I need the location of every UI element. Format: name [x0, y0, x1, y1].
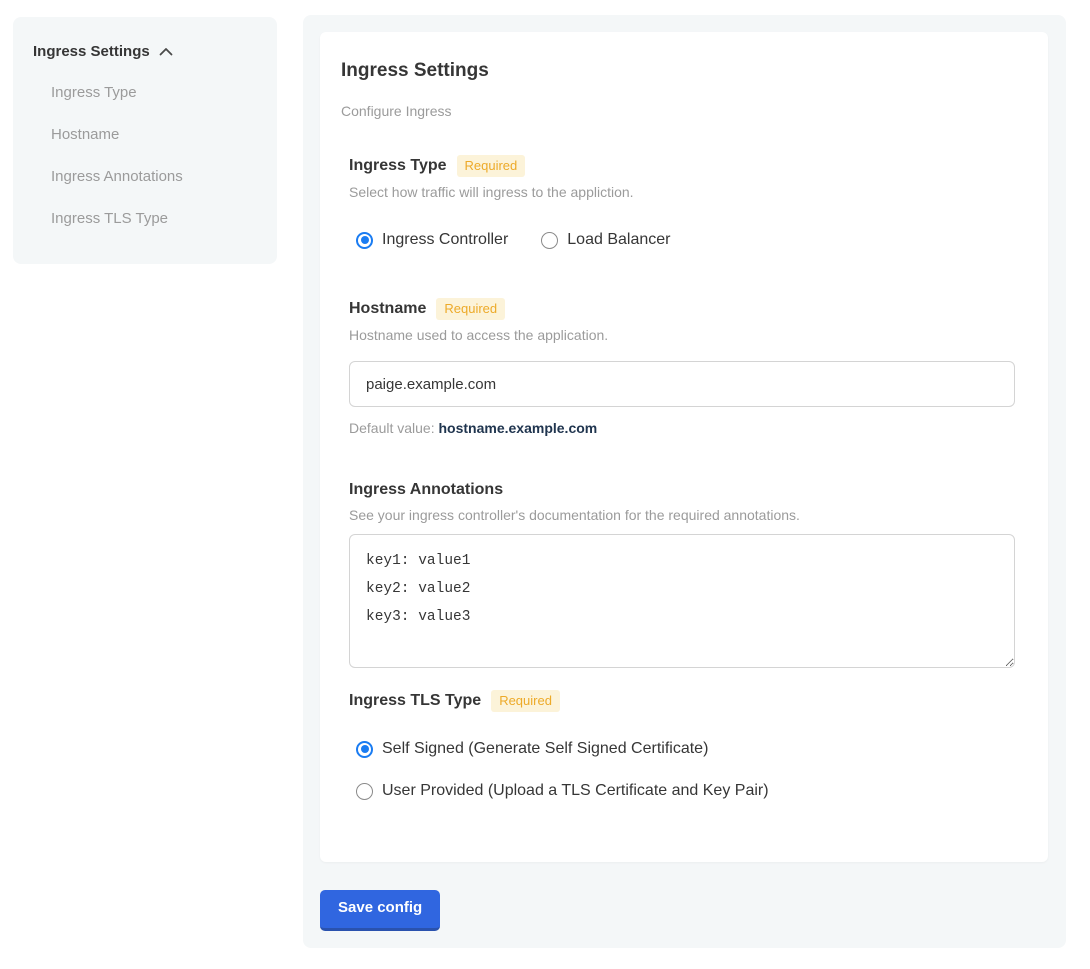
sidebar-item-list: Ingress Type Hostname Ingress Annotation…	[33, 84, 257, 228]
save-config-button[interactable]: Save config	[320, 890, 440, 931]
radio-label[interactable]: User Provided (Upload a TLS Certificate …	[382, 781, 769, 801]
required-badge: Required	[457, 155, 526, 177]
ingress-type-radio-group: Ingress Controller Load Balancer	[349, 230, 1015, 250]
hostname-help: Hostname used to access the application.	[349, 327, 1015, 343]
config-card: Ingress Settings Configure Ingress Ingre…	[320, 32, 1048, 862]
tls-type-label: Ingress TLS Type	[349, 691, 481, 711]
page-title: Ingress Settings	[341, 60, 1015, 82]
radio-user-provided[interactable]	[356, 783, 373, 800]
tls-type-radio-group: Self Signed (Generate Self Signed Certif…	[349, 739, 1015, 801]
radio-label[interactable]: Ingress Controller	[382, 230, 508, 250]
radio-self-signed[interactable]	[356, 741, 373, 758]
config-panel: Ingress Settings Configure Ingress Ingre…	[303, 15, 1066, 948]
default-value-prefix: Default value:	[349, 420, 435, 436]
sidebar-item-hostname[interactable]: Hostname	[51, 126, 257, 144]
hostname-label: Hostname	[349, 299, 426, 319]
radio-option-ingress-controller[interactable]: Ingress Controller	[356, 230, 508, 250]
hostname-default-line: Default value: hostname.example.com	[349, 420, 1015, 436]
required-badge: Required	[491, 690, 560, 712]
sidebar-item-ingress-annotations[interactable]: Ingress Annotations	[51, 168, 257, 186]
sidebar-group-ingress-settings[interactable]: Ingress Settings	[33, 43, 257, 60]
annotations-help: See your ingress controller's documentat…	[349, 507, 1015, 523]
radio-label[interactable]: Self Signed (Generate Self Signed Certif…	[382, 739, 708, 759]
annotations-label: Ingress Annotations	[349, 480, 503, 500]
radio-option-user-provided[interactable]: User Provided (Upload a TLS Certificate …	[356, 781, 1015, 801]
sidebar-item-ingress-type[interactable]: Ingress Type	[51, 84, 257, 102]
settings-sidebar: Ingress Settings Ingress Type Hostname I…	[13, 17, 277, 264]
radio-option-load-balancer[interactable]: Load Balancer	[541, 230, 670, 250]
ingress-type-help: Select how traffic will ingress to the a…	[349, 184, 1015, 200]
required-badge: Required	[436, 298, 505, 320]
chevron-up-icon	[159, 47, 173, 56]
hostname-input[interactable]	[349, 361, 1015, 407]
radio-option-self-signed[interactable]: Self Signed (Generate Self Signed Certif…	[356, 739, 1015, 759]
default-value-text: hostname.example.com	[439, 420, 598, 436]
section-ingress-tls-type: Ingress TLS Type Required Self Signed (G…	[349, 690, 1015, 801]
section-hostname: Hostname Required Hostname used to acces…	[349, 298, 1015, 436]
ingress-type-label: Ingress Type	[349, 156, 447, 176]
sidebar-item-ingress-tls-type[interactable]: Ingress TLS Type	[51, 210, 257, 228]
annotations-textarea[interactable]: key1: value1 key2: value2 key3: value3	[349, 534, 1015, 668]
radio-load-balancer[interactable]	[541, 232, 558, 249]
radio-ingress-controller[interactable]	[356, 232, 373, 249]
section-ingress-annotations: Ingress Annotations See your ingress con…	[349, 480, 1015, 668]
section-ingress-type: Ingress Type Required Select how traffic…	[349, 155, 1015, 250]
sidebar-group-label: Ingress Settings	[33, 43, 150, 60]
radio-label[interactable]: Load Balancer	[567, 230, 670, 250]
page-subtitle: Configure Ingress	[341, 103, 1015, 119]
